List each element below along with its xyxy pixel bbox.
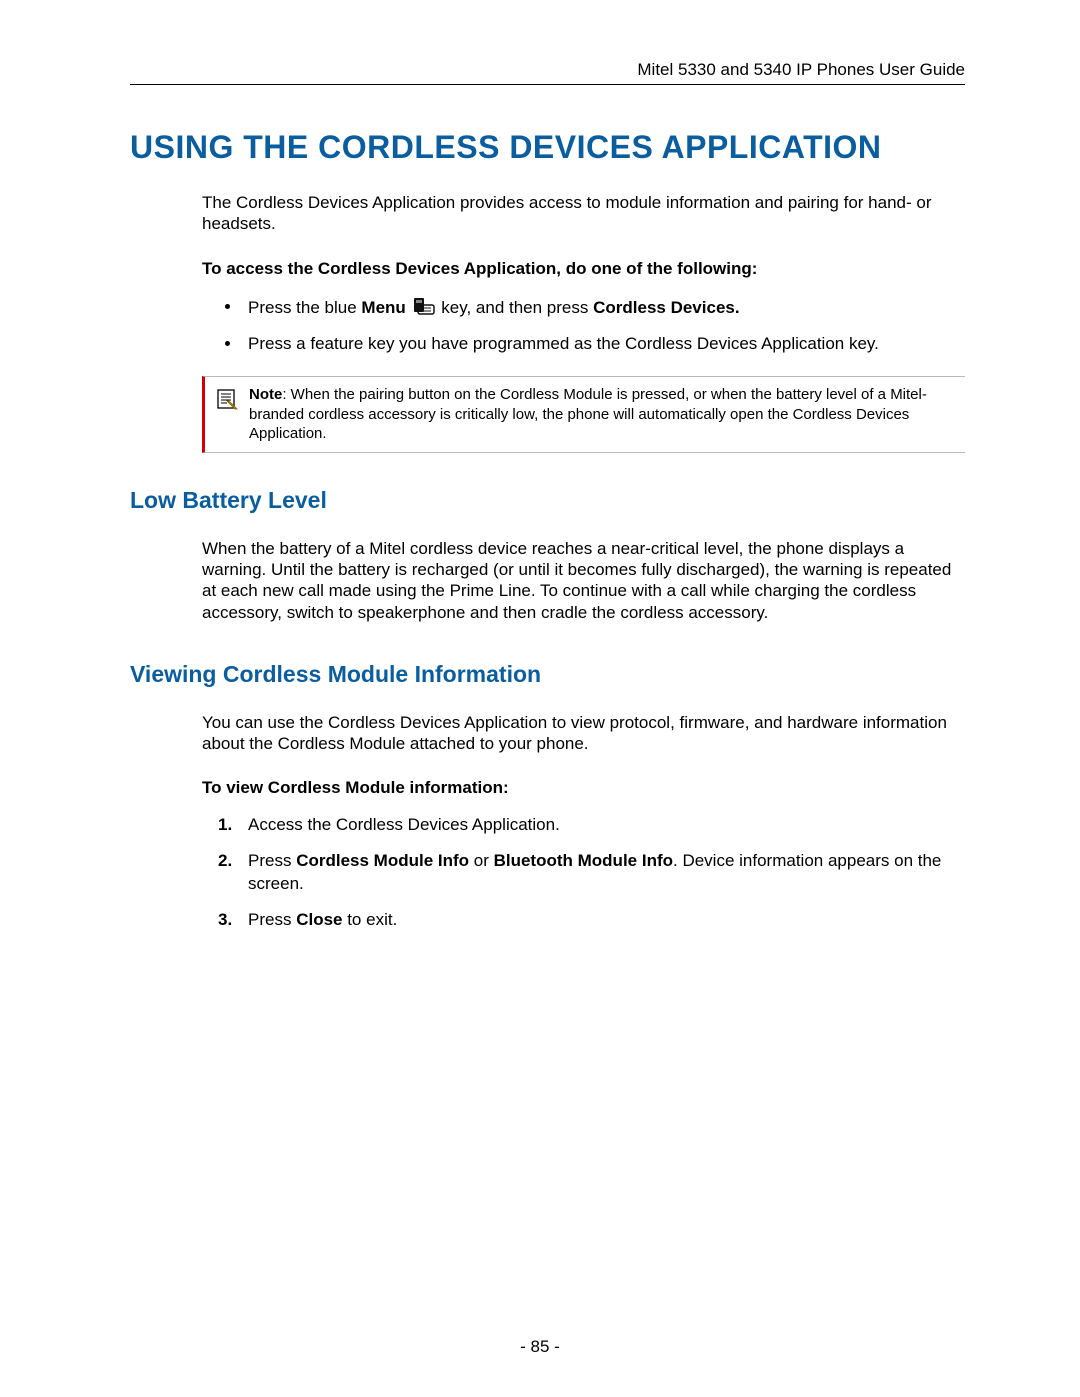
bullet-text: Press the blue: [248, 297, 361, 316]
steps-lead: To view Cordless Module information:: [202, 778, 965, 798]
step-bold: Close: [296, 910, 342, 929]
bullet-text: key, and then press: [441, 297, 593, 316]
page-header: Mitel 5330 and 5340 IP Phones User Guide: [130, 60, 965, 85]
access-bullet-list: Press the blue Menu key, and then press …: [202, 295, 965, 357]
steps-list: Access the Cordless Devices Application.…: [202, 814, 965, 930]
section-heading-viewing: Viewing Cordless Module Information: [130, 661, 965, 688]
bullet-item: Press a feature key you have programmed …: [242, 333, 965, 356]
page-title: USING THE CORDLESS DEVICES APPLICATION: [130, 129, 965, 166]
note-callout: Note: When the pairing button on the Cor…: [202, 376, 965, 453]
note-icon-cell: [205, 385, 249, 444]
viewing-paragraph: You can use the Cordless Devices Applica…: [202, 712, 965, 755]
note-icon: [215, 387, 239, 416]
menu-key-icon: [413, 295, 435, 322]
intro-paragraph: The Cordless Devices Application provide…: [202, 192, 965, 235]
low-battery-paragraph: When the battery of a Mitel cordless dev…: [202, 538, 965, 623]
step-item: Access the Cordless Devices Application.: [242, 814, 965, 836]
page-footer: - 85 -: [0, 1337, 1080, 1357]
step-bold: Bluetooth Module Info: [494, 851, 673, 870]
menu-label: Menu: [361, 297, 405, 316]
bullet-item: Press the blue Menu key, and then press …: [242, 295, 965, 322]
note-text: Note: When the pairing button on the Cor…: [249, 385, 957, 444]
step-bold: Cordless Module Info: [296, 851, 469, 870]
section-heading-low-battery: Low Battery Level: [130, 487, 965, 514]
step-item: Press Close to exit.: [242, 909, 965, 931]
step-item: Press Cordless Module Info or Bluetooth …: [242, 850, 965, 894]
step-text: to exit.: [342, 910, 397, 929]
step-text: Press: [248, 910, 296, 929]
note-body: : When the pairing button on the Cordles…: [249, 386, 927, 442]
running-title: Mitel 5330 and 5340 IP Phones User Guide: [637, 60, 965, 79]
page-number: - 85 -: [520, 1337, 560, 1356]
step-text: Press: [248, 851, 296, 870]
step-text: or: [469, 851, 494, 870]
access-lead: To access the Cordless Devices Applicati…: [202, 259, 965, 279]
cordless-devices-label: Cordless Devices.: [593, 297, 739, 316]
document-page: Mitel 5330 and 5340 IP Phones User Guide…: [0, 0, 1080, 1397]
note-label: Note: [249, 386, 282, 403]
